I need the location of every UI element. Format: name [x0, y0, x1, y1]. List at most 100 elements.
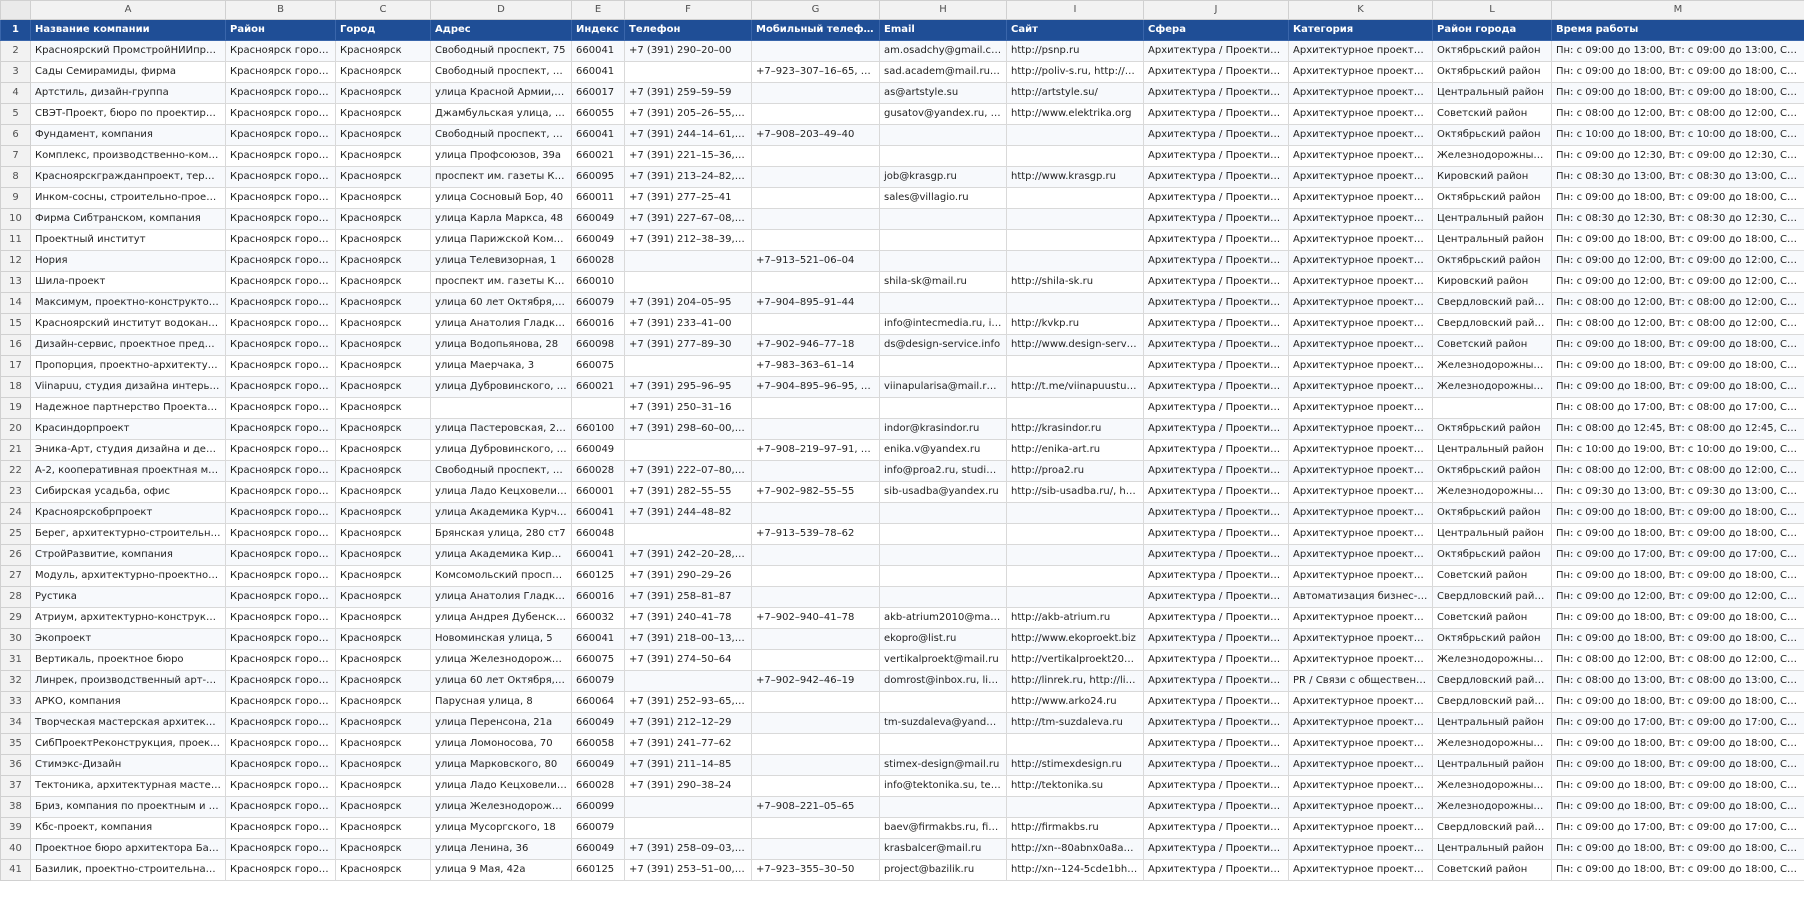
- cell-m[interactable]: Пн: с 08:00 до 17:00, Вт: с 08:00 до 17:…: [1551, 397, 1804, 419]
- cell-j[interactable]: Архитектура / Проектиров…: [1143, 208, 1289, 230]
- cell-l[interactable]: Советский район: [1432, 334, 1552, 356]
- cell-i[interactable]: [1006, 292, 1144, 314]
- cell-c[interactable]: Красноярск: [335, 733, 431, 755]
- cell-d[interactable]: проспект им. газеты Красноя…: [430, 271, 572, 293]
- cell-j[interactable]: Архитектура / Проектиров…: [1143, 817, 1289, 839]
- cell-a[interactable]: Viinapuu, студия дизайна интерьера и…: [30, 376, 226, 398]
- cell-i[interactable]: http://t.me/viinapuustudi…: [1006, 376, 1144, 398]
- cell-l[interactable]: Центральный район: [1432, 82, 1552, 104]
- row-number[interactable]: 22: [0, 460, 31, 482]
- cell-l[interactable]: Свердловский район: [1432, 313, 1552, 335]
- cell-g[interactable]: [751, 208, 880, 230]
- cell-c[interactable]: Красноярск: [335, 838, 431, 860]
- cell-g[interactable]: +7–908–221–05–65: [751, 796, 880, 818]
- cell-f[interactable]: [624, 670, 752, 692]
- cell-b[interactable]: Красноярск городской…: [225, 418, 336, 440]
- cell-c[interactable]: Красноярск: [335, 250, 431, 272]
- cell-k[interactable]: Архитектурное проектиро…: [1288, 124, 1433, 146]
- row-number[interactable]: 39: [0, 817, 31, 839]
- cell-g[interactable]: [751, 838, 880, 860]
- cell-l[interactable]: Железнодорожный р…: [1432, 376, 1552, 398]
- cell-c[interactable]: Красноярск: [335, 334, 431, 356]
- cell-c[interactable]: Красноярск: [335, 61, 431, 83]
- cell-d[interactable]: улица Академика Курчатова, 1…: [430, 502, 572, 524]
- cell-k[interactable]: Архитектурное проектиро…: [1288, 145, 1433, 167]
- cell-m[interactable]: Пн: с 09:00 до 18:00, Вт: с 09:00 до 18:…: [1551, 82, 1804, 104]
- cell-f[interactable]: +7 (391) 258–81–87: [624, 586, 752, 608]
- cell-i[interactable]: http://krasindor.ru: [1006, 418, 1144, 440]
- cell-a[interactable]: СВЭТ-Проект, бюро по проектирован…: [30, 103, 226, 125]
- cell-h[interactable]: [879, 292, 1007, 314]
- cell-b[interactable]: Красноярск городской…: [225, 607, 336, 629]
- cell-h[interactable]: indor@krasindor.ru: [879, 418, 1007, 440]
- cell-m[interactable]: Пн: с 09:00 до 18:00, Вт: с 09:00 до 18:…: [1551, 502, 1804, 524]
- cell-c[interactable]: Красноярск: [335, 544, 431, 566]
- cell-l[interactable]: Свердловский район: [1432, 586, 1552, 608]
- cell-l[interactable]: Центральный район: [1432, 712, 1552, 734]
- row-number[interactable]: 27: [0, 565, 31, 587]
- cell-e[interactable]: 660079: [571, 670, 625, 692]
- cell-c[interactable]: Красноярск: [335, 229, 431, 251]
- cell-c[interactable]: Красноярск: [335, 145, 431, 167]
- cell-k[interactable]: Архитектурное проектиро…: [1288, 754, 1433, 776]
- cell-c[interactable]: Красноярск: [335, 187, 431, 209]
- cell-j[interactable]: Архитектура / Проектиров…: [1143, 649, 1289, 671]
- cell-l[interactable]: Центральный район: [1432, 229, 1552, 251]
- cell-l[interactable]: Октябрьский район: [1432, 40, 1552, 62]
- cell-k[interactable]: Архитектурное проектиро…: [1288, 691, 1433, 713]
- row-number[interactable]: 20: [0, 418, 31, 440]
- cell-d[interactable]: улица Ленина, 36: [430, 838, 572, 860]
- cell-e[interactable]: 660017: [571, 82, 625, 104]
- cell-j[interactable]: Архитектура / Проектиров…: [1143, 712, 1289, 734]
- cell-h[interactable]: info@intecmedia.ru, inf…: [879, 313, 1007, 335]
- cell-a[interactable]: Красиндорпроект: [30, 418, 226, 440]
- cell-c[interactable]: Красноярск: [335, 271, 431, 293]
- cell-b[interactable]: Красноярск городской…: [225, 103, 336, 125]
- cell-a[interactable]: Тектоника, архитектурная мастерская: [30, 775, 226, 797]
- cell-c[interactable]: Красноярск: [335, 817, 431, 839]
- cell-g[interactable]: +7–913–521–06–04: [751, 250, 880, 272]
- cell-h[interactable]: [879, 124, 1007, 146]
- cell-a[interactable]: СтройРазвитие, компания: [30, 544, 226, 566]
- cell-g[interactable]: [751, 187, 880, 209]
- cell-l[interactable]: [1432, 397, 1552, 419]
- cell-h[interactable]: krasbalcer@mail.ru: [879, 838, 1007, 860]
- row-number[interactable]: 1: [0, 19, 31, 41]
- cell-a[interactable]: Кбс-проект, компания: [30, 817, 226, 839]
- cell-e[interactable]: 660001: [571, 481, 625, 503]
- cell-f[interactable]: [624, 523, 752, 545]
- cell-a[interactable]: Дизайн-сервис, проектное предприят…: [30, 334, 226, 356]
- cell-f[interactable]: [624, 817, 752, 839]
- cell-b[interactable]: Красноярск городской…: [225, 712, 336, 734]
- cell-l[interactable]: Свердловский район: [1432, 292, 1552, 314]
- cell-j[interactable]: Архитектура / Проектиров…: [1143, 334, 1289, 356]
- cell-j[interactable]: Архитектура / Проектиров…: [1143, 292, 1289, 314]
- cell-i[interactable]: http://akb-atrium.ru: [1006, 607, 1144, 629]
- cell-k[interactable]: Архитектурное проектиро…: [1288, 313, 1433, 335]
- cell-f[interactable]: +7 (391) 204–05–95: [624, 292, 752, 314]
- cell-d[interactable]: улица Парижской Коммуны, 33: [430, 229, 572, 251]
- row-number[interactable]: 18: [0, 376, 31, 398]
- column-header-g[interactable]: G: [751, 0, 880, 20]
- cell-m[interactable]: Пн: с 09:00 до 18:00, Вт: с 09:00 до 18:…: [1551, 607, 1804, 629]
- header-cell[interactable]: Сайт: [1006, 19, 1144, 41]
- cell-f[interactable]: +7 (391) 242–20–28, +7…: [624, 544, 752, 566]
- cell-d[interactable]: Свободный проспект, 60а: [430, 61, 572, 83]
- cell-g[interactable]: [751, 145, 880, 167]
- cell-m[interactable]: Пн: с 08:00 до 12:45, Вт: с 08:00 до 12:…: [1551, 418, 1804, 440]
- row-number[interactable]: 5: [0, 103, 31, 125]
- cell-k[interactable]: Архитектурное проектиро…: [1288, 397, 1433, 419]
- cell-k[interactable]: Архитектурное проектиро…: [1288, 271, 1433, 293]
- row-number[interactable]: 25: [0, 523, 31, 545]
- header-cell[interactable]: Город: [335, 19, 431, 41]
- row-number[interactable]: 21: [0, 439, 31, 461]
- cell-b[interactable]: Красноярск городской…: [225, 838, 336, 860]
- cell-c[interactable]: Красноярск: [335, 775, 431, 797]
- cell-k[interactable]: Архитектурное проектиро…: [1288, 796, 1433, 818]
- cell-f[interactable]: +7 (391) 290–29–26: [624, 565, 752, 587]
- cell-g[interactable]: [751, 817, 880, 839]
- cell-l[interactable]: Советский район: [1432, 565, 1552, 587]
- cell-g[interactable]: [751, 103, 880, 125]
- cell-i[interactable]: http://enika-art.ru: [1006, 439, 1144, 461]
- cell-a[interactable]: Надежное партнерство Проектант, ко…: [30, 397, 226, 419]
